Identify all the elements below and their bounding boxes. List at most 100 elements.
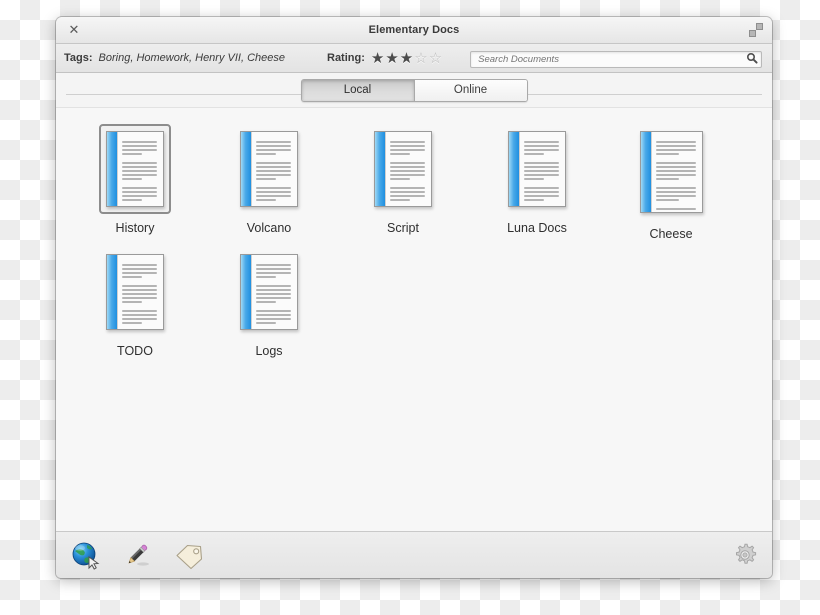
document-page-icon bbox=[508, 131, 566, 207]
text-line bbox=[122, 297, 157, 299]
text-line bbox=[655, 141, 696, 143]
text-line bbox=[524, 153, 545, 155]
text-line bbox=[524, 174, 559, 176]
document-item[interactable]: Volcano bbox=[202, 118, 336, 241]
text-line bbox=[122, 272, 157, 274]
text-line bbox=[524, 141, 559, 143]
text-line bbox=[122, 293, 157, 295]
document-item[interactable]: Cheese bbox=[604, 118, 738, 241]
text-line bbox=[524, 149, 559, 151]
document-page-icon bbox=[106, 131, 164, 207]
text-line bbox=[655, 149, 696, 151]
text-line bbox=[256, 166, 291, 168]
text-line bbox=[390, 170, 425, 172]
text-line bbox=[256, 289, 291, 291]
text-line bbox=[256, 276, 277, 278]
search-box[interactable] bbox=[470, 49, 762, 68]
text-line bbox=[256, 199, 277, 201]
tab-local[interactable]: Local bbox=[301, 79, 414, 101]
tab-online[interactable]: Online bbox=[413, 79, 527, 101]
rating-star-2[interactable]: ★ bbox=[385, 51, 398, 66]
text-line bbox=[390, 195, 425, 197]
search-input[interactable] bbox=[470, 50, 762, 68]
document-label: Luna Docs bbox=[507, 221, 567, 235]
rating-star-5[interactable]: ☆ bbox=[429, 51, 442, 66]
globe-web-icon[interactable] bbox=[70, 540, 100, 570]
text-line bbox=[122, 149, 157, 151]
text-line bbox=[390, 145, 425, 147]
text-line bbox=[122, 174, 157, 176]
document-label: History bbox=[115, 221, 155, 235]
rating-star-4[interactable]: ☆ bbox=[414, 51, 427, 66]
document-thumbnail bbox=[367, 124, 439, 214]
document-spine bbox=[107, 255, 118, 329]
document-item[interactable]: Luna Docs bbox=[470, 118, 604, 241]
text-line bbox=[390, 187, 425, 189]
text-line bbox=[656, 212, 696, 213]
text-line bbox=[122, 141, 157, 143]
text-line bbox=[524, 178, 545, 180]
document-label: Volcano bbox=[246, 221, 292, 235]
rating-stars[interactable]: ★ ★ ★ ☆ ☆ bbox=[371, 51, 442, 66]
text-line bbox=[256, 145, 291, 147]
document-spine bbox=[241, 132, 252, 206]
maximize-square-bottom bbox=[749, 30, 756, 37]
document-spine bbox=[241, 255, 252, 329]
document-text-lines bbox=[122, 264, 157, 324]
tag-icon[interactable] bbox=[174, 540, 204, 570]
text-line bbox=[122, 314, 157, 316]
text-gap bbox=[122, 326, 157, 329]
document-page-icon bbox=[639, 131, 703, 213]
text-line bbox=[256, 272, 291, 274]
maximize-icon[interactable] bbox=[749, 23, 763, 37]
tags-label: Tags: bbox=[64, 52, 93, 64]
text-line bbox=[655, 145, 696, 147]
rating-star-3[interactable]: ★ bbox=[400, 51, 413, 66]
text-line bbox=[390, 166, 425, 168]
text-line bbox=[256, 310, 291, 312]
text-line bbox=[122, 166, 157, 168]
document-item[interactable]: Script bbox=[336, 118, 470, 241]
document-spine bbox=[375, 132, 386, 206]
text-line bbox=[122, 289, 157, 291]
text-line bbox=[122, 301, 143, 303]
text-line bbox=[524, 162, 559, 164]
text-line bbox=[655, 153, 679, 155]
text-line bbox=[390, 141, 425, 143]
bottom-toolbar bbox=[56, 531, 772, 578]
text-line bbox=[122, 153, 143, 155]
document-item[interactable]: Logs bbox=[202, 241, 336, 358]
text-line bbox=[256, 322, 277, 324]
document-item[interactable]: TODO bbox=[68, 241, 202, 358]
tab-bar: Local Online bbox=[56, 73, 772, 107]
text-line bbox=[390, 191, 425, 193]
text-line bbox=[524, 145, 559, 147]
document-spine bbox=[509, 132, 520, 206]
text-line bbox=[524, 191, 559, 193]
rating-star-1[interactable]: ★ bbox=[371, 51, 384, 66]
text-line bbox=[122, 187, 157, 189]
pencil-edit-icon[interactable] bbox=[122, 540, 152, 570]
text-line bbox=[524, 170, 559, 172]
document-label: Logs bbox=[255, 344, 283, 358]
document-text-lines bbox=[655, 141, 696, 210]
text-line bbox=[390, 149, 425, 151]
document-thumbnail bbox=[99, 247, 171, 337]
text-line bbox=[390, 199, 411, 201]
document-page-icon bbox=[106, 254, 164, 330]
tags-value[interactable]: Boring, Homework, Henry VII, Cheese bbox=[99, 52, 285, 64]
text-line bbox=[524, 187, 559, 189]
title-bar[interactable]: ✕ Elementary Docs bbox=[56, 17, 772, 44]
document-item[interactable]: History bbox=[68, 118, 202, 241]
text-line bbox=[122, 264, 157, 266]
window-title: Elementary Docs bbox=[368, 24, 460, 36]
text-line bbox=[256, 141, 291, 143]
text-line bbox=[390, 153, 411, 155]
gear-icon[interactable] bbox=[732, 542, 758, 568]
text-line bbox=[655, 170, 696, 172]
text-gap bbox=[122, 203, 157, 206]
maximize-square-top bbox=[756, 23, 763, 30]
app-window: ✕ Elementary Docs Tags: Boring, Homework… bbox=[56, 17, 772, 578]
document-thumbnail bbox=[501, 124, 573, 214]
text-line bbox=[655, 195, 696, 197]
